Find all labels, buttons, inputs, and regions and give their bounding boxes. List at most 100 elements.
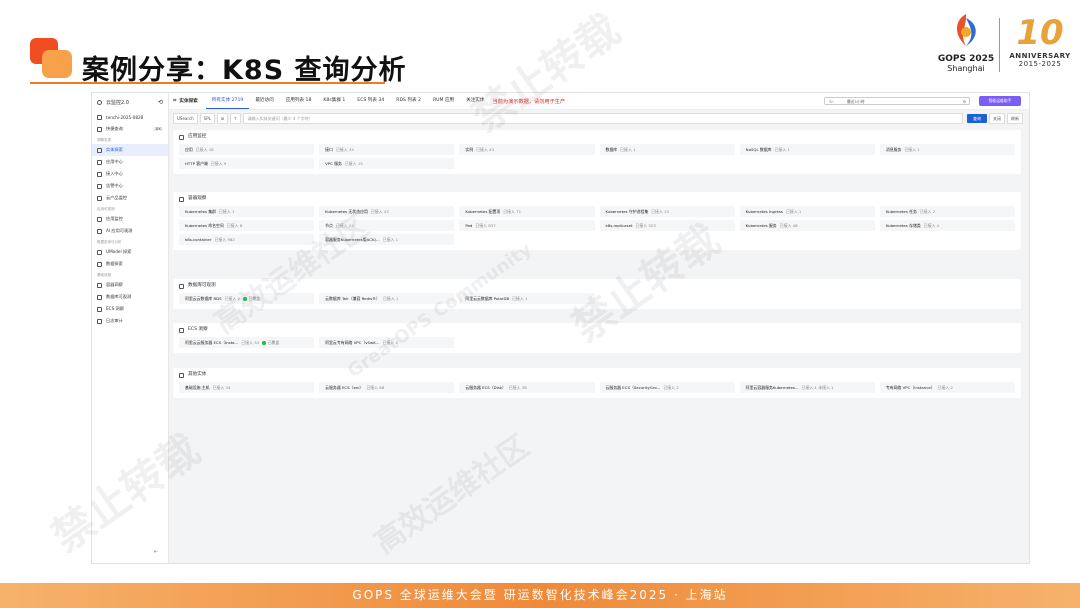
entity-type-cell[interactable]: 数据库 已接入 1 [599,144,735,155]
anniversary-number: 10 [1016,13,1064,53]
entity-type-cell[interactable]: 云数据库 Tair（兼容 Redis®） 已接入 1 [319,293,455,304]
entity-count: 已接入 4 [382,340,398,345]
sidebar-item[interactable]: 应用中心 [92,156,168,168]
nav-icon [97,228,102,234]
sidebar-item[interactable]: 日志审计 [92,315,168,327]
gops-logo: GOPS 2025 Shanghai [936,12,996,73]
entity-type-cell[interactable]: 阿里云云数据库 RDS 已接入 2 已覆盖 [179,293,315,304]
entity-group-header: ECS 洞察 [173,323,1021,337]
entity-type-cell[interactable]: Kubernetes 集群 已接入 1 [179,206,315,217]
entity-search-input[interactable]: 请输入实体关键词（最少 4 个字符） [242,113,963,124]
collapse-icon[interactable]: ⟲ [158,99,163,106]
entity-group-header: 容器观察 [173,192,1021,206]
entity-tab[interactable]: RDS 列表 2 [390,93,427,109]
title-underline [30,82,385,84]
entity-type-name: Kubernetes 守护进程集 [605,209,649,214]
entity-type-cell[interactable]: 消息服务 已接入 1 [879,144,1015,155]
entity-type-cell[interactable]: 节点 已接入 24 [319,220,455,231]
filter-icon[interactable]: ⍒ [230,113,241,124]
sidebar-item-label: 日志审计 [106,318,123,323]
entity-type-cell[interactable]: HTTP 客户端 已接入 9 [179,158,315,169]
entity-type-cell[interactable]: 阿里云专有网络 VPC（vSwit... 已接入 4 [319,337,455,348]
entity-type-cell[interactable]: Kubernetes 任务 已接入 2 [879,206,1015,217]
entity-type-cell[interactable]: Kubernetes 无状态应用 已接入 43 [319,206,455,217]
entity-tab[interactable]: ECS 列表 34 [351,93,390,109]
entity-type-cell[interactable]: 阿里云云数据库 PolarDB 已接入 1 [459,293,595,304]
entity-type-cell[interactable]: 专有网络 VPC（instance） 已接入 2 [879,382,1015,393]
entity-tab[interactable]: 关注实体 [460,93,490,109]
assistant-button[interactable]: 智能运维助手 [979,96,1021,106]
sidebar-item[interactable]: 实体探索 [92,144,168,156]
grid-view-icon[interactable]: ⊞ [216,113,229,124]
sidebar-item-label: 数据库可观测 [106,294,132,299]
sidebar-item[interactable]: 应用监控 [92,213,168,225]
entity-type-name: 云服务器 ECS（Disk） [465,385,506,390]
entity-count: 已接入 2 [919,209,936,214]
entity-tab[interactable]: 所有实体 2719 [205,93,250,109]
spl-mode-toggle[interactable]: SPL [199,113,215,124]
entity-type-cell[interactable]: Kubernetes Ingress 已接入 1 [739,206,875,217]
entity-type-cell[interactable]: 云服务器 ECS（eni） 已接入 68 [319,382,455,393]
entity-type-cell[interactable]: 实例 已接入 43 [459,144,595,155]
entity-type-name: Kubernetes 命名空间 [185,223,224,228]
sidebar-item[interactable]: 数据库可观测 [92,291,168,303]
entity-type-cell[interactable]: 云服务器 ECS（Disk） 已接入 58 [459,382,595,393]
entity-type-cell[interactable]: Kubernetes 存储类 已接入 4 [879,220,1015,231]
entity-type-cell[interactable]: Kubernetes 服务 已接入 48 [739,220,875,231]
entity-type-name: 云服务器 ECS（eni） [325,385,364,390]
sidebar-item[interactable]: 容器洞察 [92,279,168,291]
entity-type-name: 容器服务Kubernetes版ACK(... [325,237,380,242]
entity-group-header: 数据库可观测 [173,279,1021,293]
entity-count: 已接入 2 [937,385,954,390]
entity-tab[interactable]: 应用列表 18 [280,93,318,109]
entity-type-cell[interactable]: VPC 服务 已接入 15 [319,158,455,169]
entity-type-cell[interactable]: 阿里云容器服务Kubernetes... 已接入 1 未接入 1 [739,382,875,393]
sidebar-collapse-icon[interactable]: ⇤ [154,549,158,555]
close-button[interactable]: 关闭 [989,113,1005,124]
search-button[interactable]: 查询 [967,114,987,123]
entity-type-cell[interactable]: Pod 已接入 837 [459,220,595,231]
entity-type-cell[interactable]: Kubernetes 守护进程集 已接入 15 [599,206,735,217]
nav-icon [97,126,102,132]
entity-type-cell[interactable]: 应用 已接入 18 [179,144,315,155]
entity-count: 已接入 34 [212,385,231,390]
entity-type-cell[interactable]: 阿里云云服务器 ECS（Insta... 已接入 34 已覆盖 [179,337,315,348]
sidebar-item[interactable]: 接入中心 [92,168,168,180]
sidebar-item[interactable]: 数据探索 [92,258,168,270]
refresh-icon[interactable]: ⟳ [963,98,966,106]
sidebar-item[interactable]: 云产品监控 [92,192,168,204]
entity-type-cell[interactable]: 容器服务Kubernetes版ACK(... 已接入 1 [319,234,455,245]
entity-type-cell[interactable]: 接口 已接入 34 [319,144,455,155]
refresh-button[interactable]: 刷新 [1007,113,1023,124]
sidebar-item-label: UModel 探索 [106,249,132,254]
entity-type-cell[interactable]: k8s.container 已接入 982 [179,234,315,245]
entity-type-name: 数据库 [605,147,618,152]
entity-type-cell[interactable]: 基础设施.主机 已接入 34 [179,382,315,393]
status-dot-icon [262,341,266,345]
entity-count: 已接入 1 [774,147,790,152]
entity-tab[interactable]: RUM 应用 [427,93,460,109]
sidebar-item[interactable]: ECS 洞察 [92,303,168,315]
sidebar-item[interactable]: AI 应用可观测 [92,225,168,237]
workspace-selector[interactable]: tenchi-2025-0828 [92,111,168,123]
entity-type-cell[interactable]: k8s.replicaset 已接入 523 [599,220,735,231]
entity-type-cell[interactable]: 云服务器 ECS（SecurityGro... 已接入 2 [599,382,735,393]
entity-tab[interactable]: K8s集群 1 [317,93,351,109]
sidebar-item[interactable]: UModel 探索 [92,246,168,258]
time-range-selector[interactable]: 5h 最近1小时 ⟳ [824,97,970,105]
entity-type-cell[interactable]: Kubernetes 命名空间 已接入 8 [179,220,315,231]
entity-count: 已接入 1 [785,209,802,214]
entity-type-cell[interactable]: NoSQL 数据库 已接入 1 [739,144,875,155]
entity-tab[interactable]: 最近访问 [249,93,279,109]
time-range-label: 最近1小时 [847,99,865,104]
sidebar-nav: 快捷查询 ⌘K 洞察发现 实体探索 应用中心 接入中心 告警中心 云产品监控 应用可观测 应用监控… [92,123,168,327]
entity-type-name: Kubernetes 任务 [885,209,917,214]
sidebar-item[interactable]: 快捷查询 ⌘K [92,123,168,135]
database-icon [179,283,184,289]
usearch-mode-toggle[interactable]: USearch [173,113,198,124]
entity-group-title: 数据库可观测 [188,283,216,288]
entity-type-cell[interactable]: Kubernetes 配置项 已接入 71 [459,206,595,217]
entity-type-name: 消息服务 [885,147,902,152]
app-screenshot: 云监控2.0 ⟲ tenchi-2025-0828 快捷查询 ⌘K 洞察发现 实体探索… [91,92,1030,564]
sidebar-item[interactable]: 告警中心 [92,180,168,192]
